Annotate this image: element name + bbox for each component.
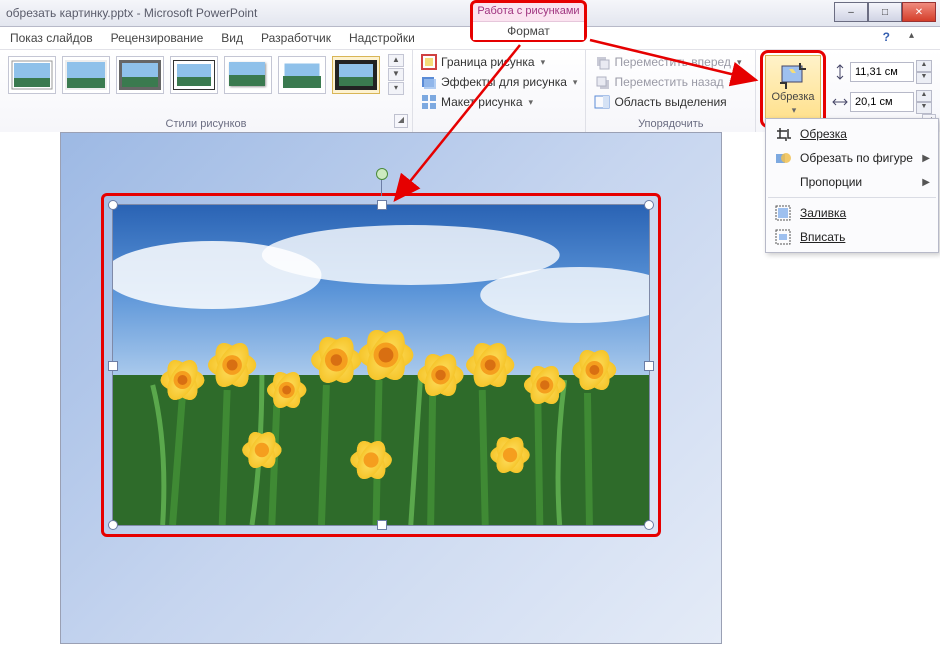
handle-tl[interactable] xyxy=(108,200,118,210)
style-thumb-5[interactable] xyxy=(224,56,272,94)
tab-review[interactable]: Рецензирование xyxy=(111,31,204,45)
group-label-arrange: Упорядочить xyxy=(594,116,747,132)
bring-forward-icon xyxy=(594,54,610,70)
handle-t[interactable] xyxy=(377,200,387,210)
crop-dropdown-menu: Обрезка Обрезать по фигуре ▶ Пропорции ▶… xyxy=(765,118,939,253)
menu-item-crop[interactable]: Обрезка xyxy=(768,122,936,146)
width-input[interactable] xyxy=(850,92,914,112)
picture-layout-icon xyxy=(421,94,437,110)
rotation-connector xyxy=(381,178,382,196)
style-thumb-2[interactable] xyxy=(62,56,110,94)
help-icon[interactable]: ? xyxy=(883,30,890,44)
tab-slideshow[interactable]: Показ слайдов xyxy=(10,31,93,45)
crop-icon xyxy=(779,63,807,89)
slide[interactable] xyxy=(60,132,722,644)
handle-b[interactable] xyxy=(377,520,387,530)
crop-to-shape-icon xyxy=(774,150,792,166)
selection-pane-button[interactable]: Область выделения xyxy=(594,94,747,110)
maximize-button[interactable]: □ xyxy=(868,2,902,22)
fit-icon xyxy=(774,229,792,245)
handle-tr[interactable] xyxy=(644,200,654,210)
crop-button-highlight: Обрезка ▾ xyxy=(760,50,826,128)
style-gallery-scroll[interactable]: ▲ ▼ ▾ xyxy=(388,54,404,95)
height-input[interactable] xyxy=(850,62,914,82)
crop-dropdown-icon: ▾ xyxy=(792,105,797,116)
submenu-arrow-icon: ▶ xyxy=(922,177,930,188)
gallery-down-icon[interactable]: ▼ xyxy=(388,68,404,81)
contextual-tab-picture-tools[interactable]: Работа с рисунками Формат xyxy=(470,0,587,42)
selected-picture[interactable] xyxy=(112,204,650,526)
tab-view[interactable]: Вид xyxy=(221,31,243,45)
close-button[interactable]: ✕ xyxy=(902,2,936,22)
menu-item-fit[interactable]: Вписать xyxy=(768,225,936,249)
tab-developer[interactable]: Разработчик xyxy=(261,31,331,45)
picture-content xyxy=(113,205,649,525)
group-label-styles: Стили рисунков xyxy=(8,116,404,132)
picture-effects-icon xyxy=(421,74,437,90)
handle-l[interactable] xyxy=(108,361,118,371)
style-thumb-6[interactable] xyxy=(278,56,326,94)
menu-item-fill[interactable]: Заливка xyxy=(768,201,936,225)
rotation-handle[interactable] xyxy=(376,168,388,180)
handle-br[interactable] xyxy=(644,520,654,530)
crop-icon xyxy=(774,126,792,142)
height-row: ▲▼ xyxy=(832,60,932,84)
ribbon-expand-icon[interactable]: ▴ xyxy=(909,30,914,41)
picture-layout-button[interactable]: Макет рисунка▾ xyxy=(421,94,577,110)
window-title: обрезать картинку.pptx - Microsoft Power… xyxy=(0,6,257,20)
height-spinner[interactable]: ▲▼ xyxy=(916,60,932,84)
width-icon xyxy=(832,94,848,110)
width-row: ▲▼ xyxy=(832,90,932,114)
crop-button[interactable]: Обрезка ▾ xyxy=(765,55,821,123)
send-backward-button: Переместить назад▾ xyxy=(594,74,747,90)
group-picture-adjust: Граница рисунка▾ Эффекты для рисунка▾ Ма… xyxy=(413,50,586,132)
style-thumb-1[interactable] xyxy=(8,56,56,94)
gallery-up-icon[interactable]: ▲ xyxy=(388,54,404,67)
tab-format[interactable]: Формат xyxy=(473,21,584,40)
image-highlight-frame xyxy=(101,193,661,537)
tab-addins[interactable]: Надстройки xyxy=(349,31,415,45)
window-controls: – □ ✕ xyxy=(834,2,936,22)
crop-button-label: Обрезка xyxy=(771,91,814,103)
handle-r[interactable] xyxy=(644,361,654,371)
width-spinner[interactable]: ▲▼ xyxy=(916,90,932,114)
group-picture-styles: ▲ ▼ ▾ Стили рисунков ◢ xyxy=(0,50,413,132)
style-thumb-3[interactable] xyxy=(116,56,164,94)
menu-item-aspect-ratio[interactable]: Пропорции ▶ xyxy=(768,170,936,194)
bring-forward-button: Переместить вперед▾ xyxy=(594,54,747,70)
submenu-arrow-icon: ▶ xyxy=(922,153,930,164)
handle-bl[interactable] xyxy=(108,520,118,530)
picture-style-gallery[interactable]: ▲ ▼ ▾ xyxy=(8,54,404,95)
gallery-more-icon[interactable]: ▾ xyxy=(388,82,404,95)
fill-icon xyxy=(774,205,792,221)
send-backward-icon xyxy=(594,74,610,90)
selection-pane-icon xyxy=(594,94,610,110)
picture-border-button[interactable]: Граница рисунка▾ xyxy=(421,54,577,70)
menu-item-crop-to-shape[interactable]: Обрезать по фигуре ▶ xyxy=(768,146,936,170)
minimize-button[interactable]: – xyxy=(834,2,868,22)
height-icon xyxy=(832,64,848,80)
group-arrange: Переместить вперед▾ Переместить назад▾ О… xyxy=(586,50,756,132)
style-thumb-4[interactable] xyxy=(170,56,218,94)
contextual-tab-title: Работа с рисунками xyxy=(473,3,584,17)
style-thumb-7[interactable] xyxy=(332,56,380,94)
picture-effects-button[interactable]: Эффекты для рисунка▾ xyxy=(421,74,577,90)
styles-dialog-launcher[interactable]: ◢ xyxy=(394,114,408,128)
picture-border-icon xyxy=(421,54,437,70)
